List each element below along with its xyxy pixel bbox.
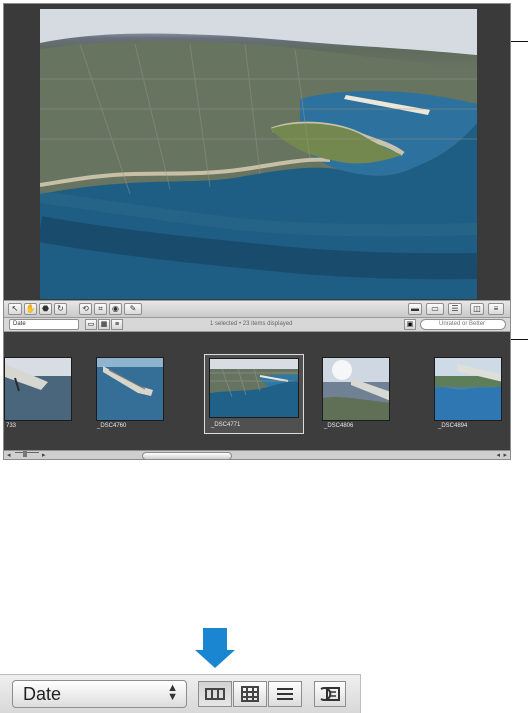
brush-tool-button[interactable]: ✎: [124, 303, 142, 315]
eye-icon: ◉: [112, 304, 119, 313]
list-toggle-button[interactable]: ≡: [488, 303, 504, 315]
grid-view-icon: [241, 686, 259, 702]
filter-toggle-button[interactable]: ▣: [404, 319, 416, 330]
zoom-slider-knob[interactable]: [23, 451, 27, 457]
coastal-city-aerial-image: [40, 9, 477, 299]
inspector-button[interactable]: ☰: [448, 303, 462, 315]
filmstrip-thumb-4[interactable]: [322, 357, 390, 421]
compare-button[interactable]: ▬: [408, 303, 422, 315]
main-photo: [40, 9, 477, 299]
crop-icon: ⌗: [98, 304, 103, 313]
callout-line-bottom: [511, 339, 528, 340]
cursor-icon: ↖: [11, 304, 19, 313]
stamp-icon: ⬣: [42, 304, 49, 313]
selection-status: 1 selected • 23 items displayed: [210, 321, 293, 327]
dropdown-arrows-icon: ▲ ▼: [167, 682, 178, 703]
filmstrip-view-icon: [205, 688, 225, 700]
filmstrip-thumb-3[interactable]: [209, 358, 299, 418]
viewer-area: [4, 4, 510, 300]
callout-arrow-shaft: [203, 628, 227, 651]
zoom-filmstrip-view-button[interactable]: [198, 681, 232, 707]
filmstrip-thumb-5[interactable]: [434, 357, 502, 421]
eye-tool-button[interactable]: ◉: [109, 303, 122, 315]
pier-thumbnail: [97, 358, 163, 420]
plane-wing-thumbnail: [5, 358, 71, 420]
cursor-tool-button[interactable]: ↖: [8, 303, 22, 315]
rating-filter-text: Unrated or Better: [439, 321, 486, 327]
filmstrip-browser: 733 _DSC4760 _DSC4771 _DSC4806 _DSC4894: [4, 332, 510, 450]
filter-toggle-icon: [320, 687, 340, 701]
rotate-tool-button[interactable]: ↻: [54, 303, 67, 315]
crop-tool-button[interactable]: ⌗: [94, 303, 107, 315]
scroll-right-icon[interactable]: ▸: [503, 451, 507, 459]
filter-icon: ▣: [406, 321, 414, 328]
layout-icon: ▭: [431, 304, 439, 313]
rotate-icon: ↻: [57, 304, 64, 313]
filmstrip-thumb-1[interactable]: [4, 357, 72, 421]
zoom-in-icon[interactable]: ▸: [42, 451, 46, 459]
brush-icon: ✎: [129, 304, 137, 313]
zoom-out-icon[interactable]: ◂: [7, 451, 11, 459]
list-view-icon: [277, 688, 293, 700]
browser-status-bar: Date ▭ ▦ ≡ 1 selected • 23 items display…: [4, 318, 510, 332]
zoom-sort-label: Date: [23, 684, 62, 704]
straighten-tool-button[interactable]: ⟲: [79, 303, 92, 315]
photo-browser-window: ↖ ✋ ⬣ ↻ ⟲ ⌗ ◉ ✎ ▬ ▭ ☰ ◫ ≡ Date ▭ ▦ ≡ 1 s…: [3, 3, 511, 460]
selected-filmstrip-card[interactable]: _DSC4771: [204, 354, 304, 434]
selected-aerial-thumbnail: [210, 359, 298, 417]
zoom-filter-toggle-button[interactable]: [314, 681, 346, 707]
callout-line-top: [511, 41, 528, 42]
filmstrip-label-5: _DSC4894: [438, 423, 468, 429]
list-view-button[interactable]: ≡: [111, 319, 123, 330]
zoom-sort-dropdown[interactable]: Date ▲ ▼: [12, 680, 187, 708]
layout-button[interactable]: ▭: [426, 303, 444, 315]
lift-tool-button[interactable]: ✋: [24, 303, 37, 315]
split-view-icon: ◫: [473, 304, 481, 313]
zoom-list-view-button[interactable]: [268, 681, 302, 707]
rating-filter-field[interactable]: Unrated or Better: [420, 319, 506, 330]
grid-view-icon: ▦: [100, 321, 108, 328]
zoomed-controls-panel: Date ▲ ▼: [0, 674, 361, 713]
sort-dropdown[interactable]: Date: [9, 319, 79, 330]
filmstrip-label-1: 733: [6, 423, 17, 429]
sort-dropdown-label: Date: [13, 321, 26, 327]
coast-wing-thumbnail: [435, 358, 501, 420]
filmstrip-label-2: _DSC4760: [97, 423, 127, 429]
list-view-icon: ≡: [114, 321, 120, 328]
filmstrip-thumb-2[interactable]: [96, 357, 164, 421]
filmstrip-label-3: _DSC4771: [211, 422, 241, 428]
scrollbar-thumb[interactable]: [142, 452, 232, 459]
zoom-grid-view-button[interactable]: [233, 681, 267, 707]
straighten-icon: ⟲: [82, 304, 89, 313]
split-view-button[interactable]: ◫: [470, 303, 484, 315]
list-icon: ≡: [493, 304, 499, 313]
filmstrip-scrollbar[interactable]: ◂ ▸ ◂ ▸: [4, 450, 510, 459]
grid-view-button[interactable]: ▦: [98, 319, 110, 330]
hand-icon: ✋: [25, 304, 36, 313]
zoom-slider[interactable]: [15, 452, 39, 457]
compare-icon: ▬: [411, 304, 419, 313]
wing-sun-thumbnail: [323, 358, 389, 420]
stamp-tool-button[interactable]: ⬣: [39, 303, 52, 315]
filmstrip-label-4: _DSC4806: [324, 423, 354, 429]
filmstrip-view-icon: ▭: [87, 321, 95, 328]
scroll-left-icon[interactable]: ◂: [496, 451, 500, 459]
callout-arrow-head: [195, 650, 235, 668]
tool-strip: ↖ ✋ ⬣ ↻ ⟲ ⌗ ◉ ✎ ▬ ▭ ☰ ◫ ≡: [4, 300, 510, 318]
inspector-icon: ☰: [451, 304, 459, 313]
filmstrip-view-button[interactable]: ▭: [85, 319, 97, 330]
